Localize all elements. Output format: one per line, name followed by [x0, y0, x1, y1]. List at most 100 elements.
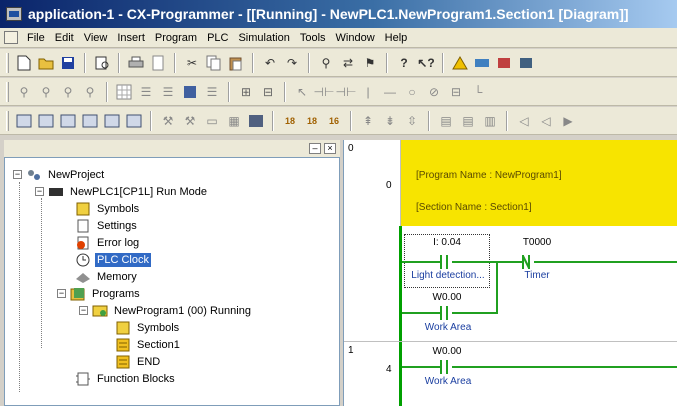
comment-icon[interactable]: ☰: [137, 83, 155, 101]
vertical-icon[interactable]: |: [359, 83, 377, 101]
run-icon[interactable]: ▶: [559, 112, 577, 130]
properties-icon[interactable]: [103, 112, 121, 130]
print-icon[interactable]: [127, 54, 145, 72]
symbol-table-icon[interactable]: ⊟: [259, 83, 277, 101]
tree-item-function-blocks[interactable]: Function Blocks: [75, 370, 177, 387]
monitoring-icon[interactable]: ▤: [437, 112, 455, 130]
print-preview-icon[interactable]: [93, 54, 111, 72]
tree-item-error-log[interactable]: Error log: [75, 234, 141, 251]
cross-reference-icon[interactable]: [125, 112, 143, 130]
online-edit-icon[interactable]: 18: [281, 112, 299, 130]
tree-item-section1[interactable]: Section1: [115, 336, 182, 353]
watch-window-icon[interactable]: [59, 112, 77, 130]
ladder-icon[interactable]: ⊞: [237, 83, 255, 101]
step-back-icon[interactable]: ◁: [515, 112, 533, 130]
warning-icon[interactable]: [451, 54, 469, 72]
cut-icon[interactable]: ✂: [183, 54, 201, 72]
tree-item-project[interactable]: − NewProject: [13, 166, 106, 183]
find-in-project-icon[interactable]: ⚑: [361, 54, 379, 72]
address-reference-icon[interactable]: [81, 112, 99, 130]
contact-no-symbol[interactable]: [440, 306, 448, 320]
tree-item-memory[interactable]: Memory: [75, 268, 139, 285]
collapse-icon[interactable]: −: [79, 306, 88, 315]
horizontal-icon[interactable]: —: [381, 83, 399, 101]
instruction-icon[interactable]: ⊟: [447, 83, 465, 101]
toolbar-grip[interactable]: [6, 110, 9, 131]
online-icon[interactable]: [473, 54, 491, 72]
menu-plc[interactable]: PLC: [202, 32, 233, 44]
ladder-diagram[interactable]: 0 0 1 4 [Program Name : NewProgram1] [Se…: [343, 140, 677, 406]
tree-item-newprogram1[interactable]: − NewProgram1 (00) Running: [79, 302, 253, 319]
contact-no-symbol[interactable]: [440, 360, 448, 374]
replace-icon[interactable]: ⇄: [339, 54, 357, 72]
mnemonic-icon[interactable]: ☰: [203, 83, 221, 101]
toolbar-grip[interactable]: [6, 52, 9, 73]
menu-file[interactable]: File: [22, 32, 50, 44]
menu-window[interactable]: Window: [331, 32, 380, 44]
app-icon[interactable]: [6, 7, 22, 21]
force-cancel-icon[interactable]: ⇳: [403, 112, 421, 130]
menu-tools[interactable]: Tools: [295, 32, 331, 44]
tree-item-plc[interactable]: − NewPLC1[CP1L] Run Mode: [35, 183, 209, 200]
document-icon[interactable]: [4, 31, 18, 44]
io-table-icon[interactable]: ▦: [225, 112, 243, 130]
select-icon[interactable]: ↖: [293, 83, 311, 101]
restore-icon[interactable]: –: [309, 143, 321, 154]
menu-help[interactable]: Help: [380, 32, 413, 44]
send-changes-icon[interactable]: 18: [303, 112, 321, 130]
new-file-icon[interactable]: [15, 54, 33, 72]
menu-program[interactable]: Program: [150, 32, 202, 44]
undo-icon[interactable]: ↶: [261, 54, 279, 72]
zoom-fit-icon[interactable]: ⚲: [37, 83, 55, 101]
tree-item-symbols[interactable]: Symbols: [75, 200, 141, 217]
memory-view-icon[interactable]: ▭: [203, 112, 221, 130]
tree-item-settings[interactable]: Settings: [75, 217, 139, 234]
copy-icon[interactable]: [205, 54, 223, 72]
tree-item-program-symbols[interactable]: Symbols: [115, 319, 181, 336]
zoom-in-icon[interactable]: ⚲: [59, 83, 77, 101]
save-icon[interactable]: [59, 54, 77, 72]
nc-contact-icon[interactable]: ⊣⊢: [336, 83, 357, 101]
differential-monitor-icon[interactable]: ▤: [459, 112, 477, 130]
close-icon[interactable]: ×: [324, 143, 336, 154]
menu-view[interactable]: View: [79, 32, 113, 44]
menu-insert[interactable]: Insert: [112, 32, 150, 44]
grid-icon[interactable]: [115, 83, 133, 101]
list-icon[interactable]: [181, 83, 199, 101]
line-icon[interactable]: └: [469, 83, 487, 101]
no-contact-icon[interactable]: ⊣⊢: [314, 83, 335, 101]
help-icon[interactable]: ?: [395, 54, 413, 72]
monitor-icon[interactable]: [495, 54, 513, 72]
tree-item-plc-clock[interactable]: PLC Clock: [75, 251, 151, 268]
coil-icon[interactable]: ○: [403, 83, 421, 101]
program-check-icon[interactable]: ⚒: [181, 112, 199, 130]
tree-item-programs[interactable]: − Programs: [57, 285, 142, 302]
rung-icon[interactable]: ☰: [159, 83, 177, 101]
collapse-icon[interactable]: −: [57, 289, 66, 298]
collapse-icon[interactable]: −: [13, 170, 22, 179]
zoom-icon[interactable]: ⚲: [15, 83, 33, 101]
project-window-icon[interactable]: [15, 112, 33, 130]
timer-contact-symbol[interactable]: [522, 255, 530, 269]
preview-icon[interactable]: [149, 54, 167, 72]
collapse-icon[interactable]: −: [35, 187, 44, 196]
menu-simulation[interactable]: Simulation: [233, 32, 294, 44]
transfer-icon[interactable]: [517, 54, 535, 72]
paste-icon[interactable]: [227, 54, 245, 72]
tree-item-end[interactable]: END: [115, 353, 162, 370]
zoom-out-icon[interactable]: ⚲: [81, 83, 99, 101]
toolbar-grip[interactable]: [6, 81, 9, 102]
cancel-edit-icon[interactable]: 16: [325, 112, 343, 130]
force-off-icon[interactable]: ⇟: [381, 112, 399, 130]
contact-no-symbol[interactable]: [440, 255, 448, 269]
time-chart-icon[interactable]: ▥: [481, 112, 499, 130]
compile-icon[interactable]: ⚒: [159, 112, 177, 130]
menu-edit[interactable]: Edit: [50, 32, 79, 44]
redo-icon[interactable]: ↷: [283, 54, 301, 72]
output-window-icon[interactable]: [37, 112, 55, 130]
open-folder-icon[interactable]: [37, 54, 55, 72]
force-on-icon[interactable]: ⇞: [359, 112, 377, 130]
nc-coil-icon[interactable]: ⊘: [425, 83, 443, 101]
find-icon[interactable]: ⚲: [317, 54, 335, 72]
settings-toolbar-icon[interactable]: [247, 112, 265, 130]
